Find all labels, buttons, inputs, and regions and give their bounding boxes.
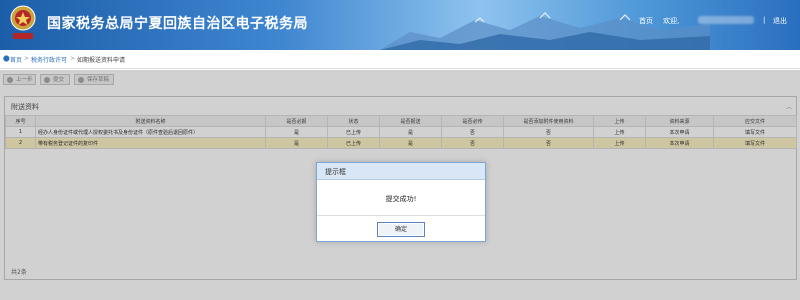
breadcrumb-permit[interactable]: 税务行政许可: [31, 55, 67, 64]
welcome-text: 欢迎,: [663, 17, 680, 25]
breadcrumb-separator: >: [24, 55, 30, 62]
dialog-titlebar: 提示框: [317, 163, 485, 180]
ok-button[interactable]: 确定: [377, 222, 425, 237]
nav-separator: |: [763, 16, 766, 24]
breadcrumb-separator: >: [70, 55, 76, 62]
username-blurred: [698, 16, 754, 24]
dialog-divider: [317, 215, 485, 216]
site-title: 国家税务总局宁夏回族自治区电子税务局: [47, 16, 308, 32]
alert-dialog: 提示框 提交成功! 确定: [316, 162, 486, 242]
breadcrumb: ⬤ 首页 > 税务行政许可 > 如期报送资料申请: [0, 50, 800, 69]
header-banner: 国家税务总局宁夏回族自治区电子税务局 首页 欢迎, | 退出: [0, 0, 800, 50]
great-wall-banner-image: [380, 12, 710, 50]
logout-link[interactable]: 退出: [773, 16, 787, 26]
home-link[interactable]: 首页: [639, 16, 653, 26]
breadcrumb-current: 如期报送资料申请: [77, 57, 126, 64]
dialog-message: 提交成功!: [385, 195, 417, 203]
tax-emblem-logo: [10, 5, 36, 39]
location-pin-icon: ⬤: [3, 55, 10, 62]
breadcrumb-home[interactable]: 首页: [10, 55, 22, 64]
dialog-title: 提示框: [325, 168, 346, 176]
